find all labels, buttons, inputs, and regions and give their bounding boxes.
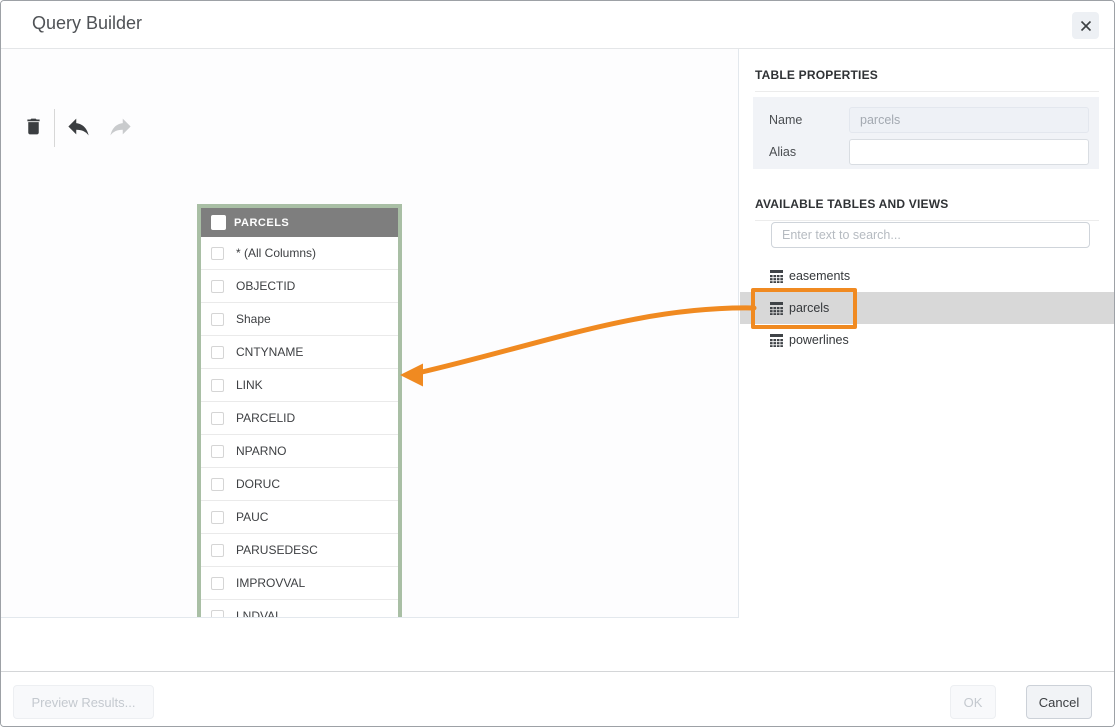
column-row[interactable]: LINK	[201, 369, 398, 402]
select-all-checkbox[interactable]	[211, 215, 226, 230]
footer-bar: Preview Results... OK Cancel	[1, 671, 1114, 727]
close-icon	[1079, 19, 1093, 33]
search-input[interactable]	[771, 222, 1090, 248]
table-grid-icon	[770, 302, 783, 315]
right-panel: TABLE PROPERTIES Name Alias AVAILABLE TA…	[740, 49, 1115, 671]
column-row[interactable]: DORUC	[201, 468, 398, 501]
table-grid-icon	[770, 334, 783, 347]
column-label: OBJECTID	[236, 279, 295, 293]
available-table-label: easements	[789, 269, 850, 283]
column-checkbox[interactable]	[211, 247, 224, 260]
cancel-button[interactable]: Cancel	[1026, 685, 1092, 719]
redo-button[interactable]	[101, 107, 139, 145]
available-table-item-parcels[interactable]: parcels	[740, 292, 1115, 324]
column-row[interactable]: NPARNO	[201, 435, 398, 468]
query-builder-dialog: Query Builder	[0, 0, 1115, 727]
name-row: Name	[769, 107, 1089, 133]
column-label: LNDVAL	[236, 609, 282, 618]
alias-row: Alias	[769, 139, 1089, 165]
table-properties-panel: Name Alias	[753, 97, 1099, 169]
column-label: PARCELID	[236, 411, 295, 425]
table-grid-icon	[770, 270, 783, 283]
column-label: NPARNO	[236, 444, 286, 458]
column-checkbox[interactable]	[211, 511, 224, 524]
column-row[interactable]: PARCELID	[201, 402, 398, 435]
column-label: LINK	[236, 378, 263, 392]
column-checkbox[interactable]	[211, 379, 224, 392]
available-table-item-easements[interactable]: easements	[740, 260, 1115, 292]
column-label: CNTYNAME	[236, 345, 303, 359]
delete-button[interactable]	[14, 107, 52, 145]
column-row[interactable]: PAUC	[201, 501, 398, 534]
toolbar-separator	[54, 109, 55, 147]
available-tables-list: easements parcels powerlines	[740, 260, 1115, 356]
column-checkbox[interactable]	[211, 346, 224, 359]
column-row[interactable]: PARUSEDESC	[201, 534, 398, 567]
alias-label: Alias	[769, 145, 849, 159]
column-label: PARUSEDESC	[236, 543, 318, 557]
column-row[interactable]: OBJECTID	[201, 270, 398, 303]
close-button[interactable]	[1072, 12, 1099, 39]
dialog-title: Query Builder	[32, 13, 142, 34]
column-label: Shape	[236, 312, 271, 326]
available-table-item-powerlines[interactable]: powerlines	[740, 324, 1115, 356]
parcels-table-card[interactable]: PARCELS * (All Columns) OBJECTID Shape CNTY…	[197, 204, 402, 618]
table-properties-heading: TABLE PROPERTIES	[755, 68, 1099, 92]
table-card-rows: * (All Columns) OBJECTID Shape CNTYNAME LINK…	[201, 237, 398, 618]
column-checkbox[interactable]	[211, 544, 224, 557]
column-label: * (All Columns)	[236, 246, 316, 260]
column-label: IMPROVVAL	[236, 576, 305, 590]
column-checkbox[interactable]	[211, 610, 224, 619]
column-checkbox[interactable]	[211, 445, 224, 458]
name-field	[849, 107, 1089, 133]
name-label: Name	[769, 113, 849, 127]
ok-button[interactable]: OK	[950, 685, 996, 719]
redo-icon	[107, 113, 134, 140]
available-tables-heading: AVAILABLE TABLES AND VIEWS	[755, 197, 1099, 221]
column-checkbox[interactable]	[211, 478, 224, 491]
search-box	[771, 222, 1090, 248]
column-label: PAUC	[236, 510, 268, 524]
column-row[interactable]: CNTYNAME	[201, 336, 398, 369]
undo-icon	[65, 113, 92, 140]
column-checkbox[interactable]	[211, 412, 224, 425]
column-label: DORUC	[236, 477, 280, 491]
column-row[interactable]: * (All Columns)	[201, 237, 398, 270]
alias-field[interactable]	[849, 139, 1089, 165]
table-card-title: PARCELS	[234, 217, 289, 229]
available-table-label: parcels	[789, 301, 829, 315]
column-checkbox[interactable]	[211, 313, 224, 326]
undo-button[interactable]	[59, 107, 97, 145]
column-row[interactable]: Shape	[201, 303, 398, 336]
title-bar: Query Builder	[1, 1, 1114, 49]
query-canvas[interactable]: PARCELS * (All Columns) OBJECTID Shape CNTY…	[1, 49, 739, 618]
column-row[interactable]: LNDVAL	[201, 600, 398, 618]
column-row[interactable]: IMPROVVAL	[201, 567, 398, 600]
trash-icon	[23, 116, 44, 137]
table-card-header[interactable]: PARCELS	[201, 208, 398, 237]
available-table-label: powerlines	[789, 333, 849, 347]
column-checkbox[interactable]	[211, 280, 224, 293]
preview-results-button[interactable]: Preview Results...	[13, 685, 154, 719]
column-checkbox[interactable]	[211, 577, 224, 590]
